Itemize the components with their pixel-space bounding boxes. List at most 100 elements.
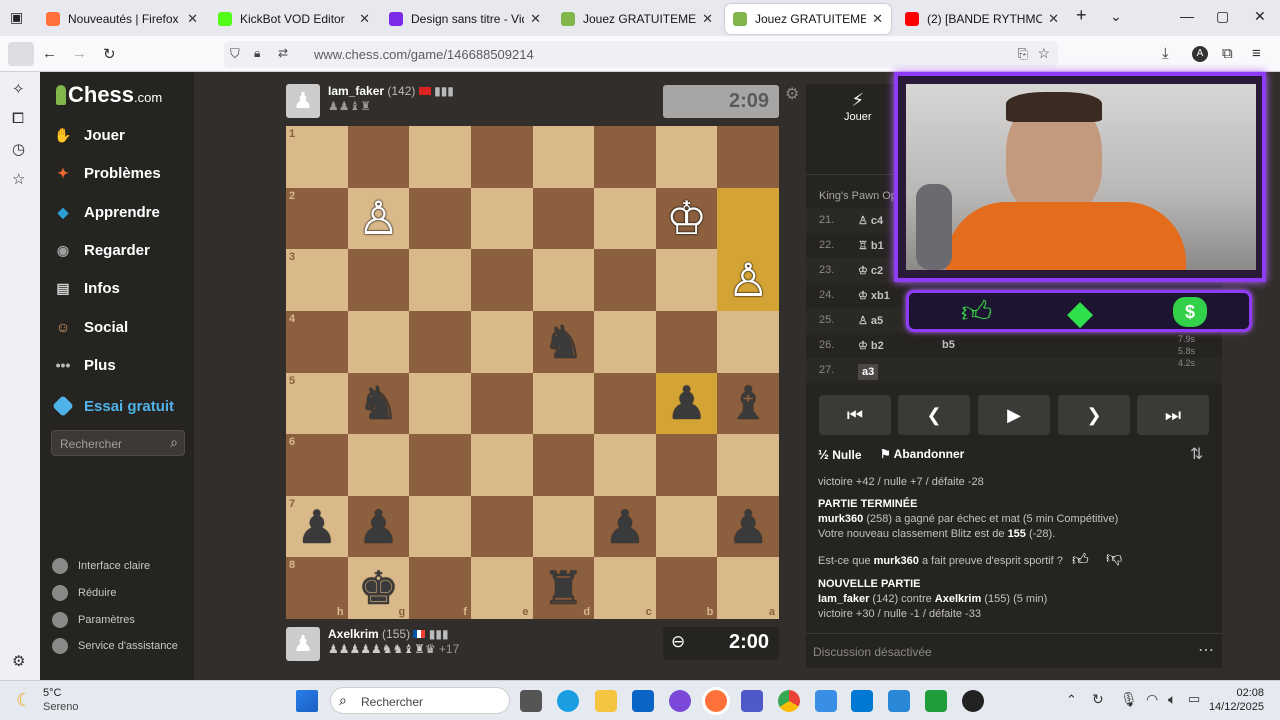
sidebar-toggle-button[interactable] [8,42,34,66]
board-square[interactable]: 4 [286,310,348,373]
board-square[interactable] [655,495,718,558]
store-icon[interactable] [851,690,873,712]
board-square[interactable]: e [470,557,533,619]
file-explorer-icon[interactable] [595,690,617,712]
extensions-icon[interactable]: ⧉ [1222,45,1233,62]
board-square[interactable] [470,126,533,188]
board-square[interactable]: 8h [286,557,348,619]
player-name[interactable]: Axelkrim [328,627,379,641]
close-tab-icon[interactable]: ✕ [1048,11,1059,27]
board-square[interactable]: 1 [286,126,348,188]
board-square[interactable] [717,187,779,250]
task-view-icon[interactable] [520,690,542,712]
battery-icon[interactable]: ▭ [1188,691,1200,707]
board-square[interactable]: a [717,557,779,619]
browser-tab[interactable]: Jouez GRATUITEMENT à✕ [553,4,721,34]
browser-tab[interactable]: Jouez GRATUITEMENT à✕ [725,4,891,34]
board-square[interactable]: ♟ [717,495,779,558]
board-square[interactable] [655,434,718,496]
black-piece[interactable]: ♜ [543,565,584,611]
chess-board[interactable]: 1 2 ♙ ♔ 3 ♙ 4 ♞ 5 ♞ ♟ ♝ 6 ♟ 7 ♟ ♟ ♟ 8 h ♚ g f e ♜ d c b a [286,126,779,619]
app2-icon[interactable] [888,690,910,712]
board-square[interactable] [532,249,595,311]
board-square[interactable] [532,187,595,250]
board-square[interactable] [594,187,656,250]
board-square[interactable] [532,434,595,496]
weather-icon[interactable]: ☾ [16,690,32,711]
photos-icon[interactable] [815,690,837,712]
wifi-icon[interactable]: ◠ [1146,691,1158,708]
thumbs-up-icon[interactable]: 👍︎ [1072,551,1089,570]
draw-button[interactable]: ½ Nulle [818,447,862,462]
board-square[interactable] [409,495,471,558]
thumbs-down-icon[interactable]: 👎︎ [1106,549,1122,568]
browser-tab[interactable]: Design sans titre - Vidéo✕ [381,4,549,34]
flip-board-icon[interactable]: ⇅ [1190,444,1203,464]
board-square[interactable] [594,126,656,188]
prev-move-button[interactable]: ❮ [898,395,970,435]
resign-button[interactable]: ⚑ Abandonner [880,447,964,461]
reload-icon[interactable]: ↻ [103,45,116,63]
bookmark-star-icon[interactable]: ☆ [1037,45,1050,62]
black-piece[interactable]: ♞ [543,319,584,365]
sidebar-settings-icon[interactable]: ⚙ [12,652,25,670]
downloads-icon[interactable]: ⤓ [1162,45,1169,62]
ai-sparkle-icon[interactable]: ✧ [12,80,25,98]
teams-icon[interactable] [741,690,763,712]
taskbar-search[interactable]: ⌕ Rechercher [330,687,510,714]
next-move-button[interactable]: ❯ [1058,395,1130,435]
close-tab-icon[interactable]: ✕ [359,11,370,27]
board-square[interactable]: ♟ 7 [286,495,348,558]
board-square[interactable] [470,434,533,496]
board-square[interactable]: ♝ [717,372,779,435]
board-square[interactable]: ♟ [594,495,656,558]
board-square[interactable] [409,187,471,250]
black-piece[interactable]: ♟ [604,504,645,550]
nav-item-jouer[interactable]: ✋ Jouer [52,124,125,146]
mic-icon[interactable]: 🎙︎ [1120,691,1138,708]
nav-setting-item[interactable]: Paramètres [52,612,135,628]
search-input[interactable]: Rechercher ⌕ [51,430,185,456]
board-square[interactable] [655,249,718,311]
board-square[interactable] [532,126,595,188]
search-icon[interactable]: ⌕ [170,434,178,451]
obs-like-icon[interactable] [925,690,947,712]
board-square[interactable] [717,310,779,373]
synced-tabs-icon[interactable]: ⧠ [12,110,24,127]
weather-temp[interactable]: 5°C [43,687,61,699]
url-bar[interactable]: ⛉ 🔒︎ ⇄ www.chess.com/game/146688509214 ⎘… [224,41,1058,68]
board-square[interactable] [594,372,656,435]
board-square[interactable]: ♜ d [532,557,595,619]
forward-icon[interactable]: → [72,45,87,62]
back-icon[interactable]: ← [42,45,57,62]
board-square[interactable] [409,249,471,311]
close-tab-icon[interactable]: ✕ [702,11,713,27]
board-square[interactable]: ♟ [347,495,410,558]
weather-desc[interactable]: Sereno [43,701,78,713]
obs-icon[interactable] [962,690,984,712]
board-square[interactable] [470,310,533,373]
white-piece[interactable]: ♙ [728,257,769,303]
board-square[interactable] [347,126,410,188]
board-square[interactable] [594,434,656,496]
clock-date[interactable]: 14/12/2025 [1200,701,1264,713]
board-square[interactable]: c [594,557,656,619]
windows-start-icon[interactable] [296,690,318,712]
more-options-icon[interactable]: ⋯ [1198,640,1214,660]
white-piece[interactable]: ♙ [358,195,399,241]
white-move[interactable]: ♔ b2 [858,339,884,352]
board-square[interactable] [470,249,533,311]
board-square[interactable] [347,310,410,373]
nav-item-trial[interactable]: Essai gratuit [52,395,174,417]
player-name[interactable]: Iam_faker [328,84,384,98]
nav-item-problèmes[interactable]: ✦ Problèmes [52,162,161,184]
board-square[interactable] [409,126,471,188]
clock-time[interactable]: 02:08 [1212,687,1264,699]
board-square[interactable] [409,310,471,373]
board-square[interactable] [655,310,718,373]
board-square[interactable]: ♞ [532,310,595,373]
white-move[interactable]: ♔ c2 [858,264,883,277]
avatar[interactable]: ♟ [286,84,320,118]
board-square[interactable] [409,372,471,435]
board-square[interactable] [532,495,595,558]
